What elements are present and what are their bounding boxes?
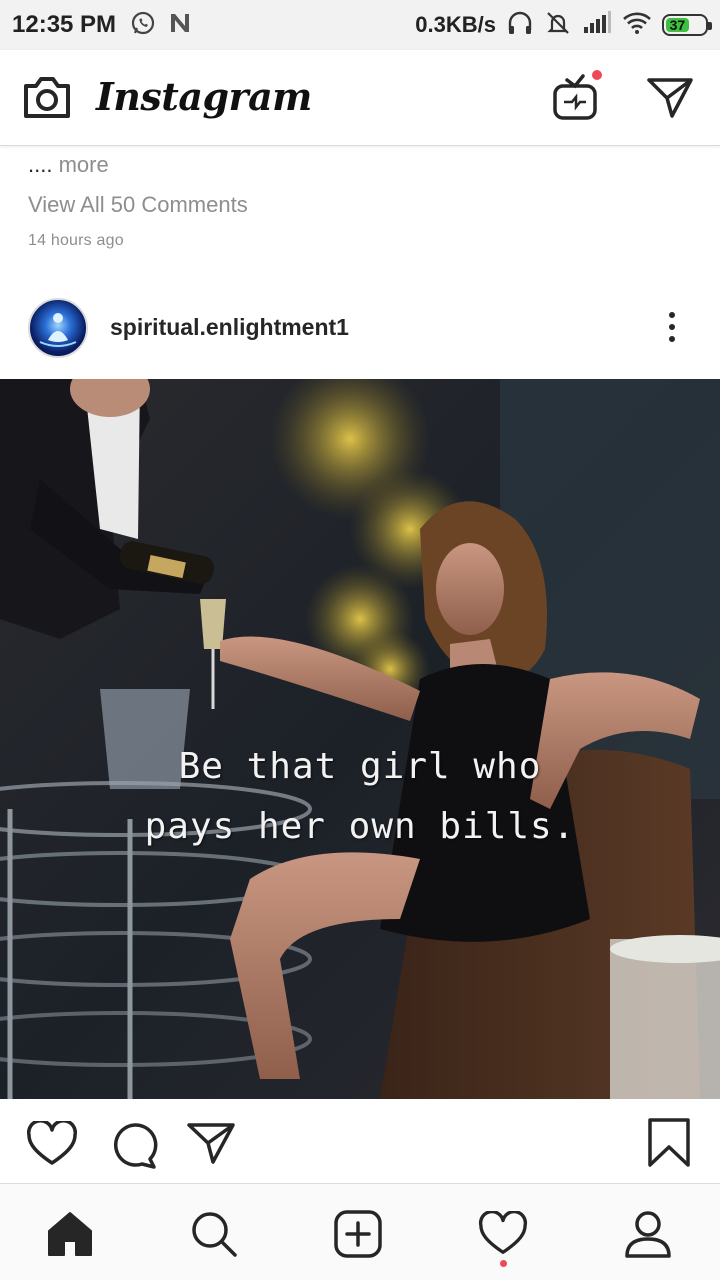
plus-square-icon[interactable] xyxy=(330,1206,386,1262)
wifi-icon xyxy=(622,11,652,40)
post-username[interactable]: spiritual.enlightment1 xyxy=(110,314,349,341)
image-text-line-2: pays her own bills. xyxy=(144,806,576,847)
igtv-icon[interactable] xyxy=(552,68,604,127)
caption-more[interactable]: .... more xyxy=(28,152,692,178)
mute-bell-icon xyxy=(544,10,572,41)
post-actions xyxy=(0,1099,720,1183)
app-logo: Instagram xyxy=(96,74,312,119)
avatar[interactable] xyxy=(28,298,88,358)
camera-icon[interactable] xyxy=(22,74,72,125)
more-link[interactable]: more xyxy=(52,152,109,177)
battery-indicator: 37 xyxy=(662,14,712,36)
previous-post-footer: .... more View All 50 Comments 14 hours … xyxy=(28,152,692,250)
profile-icon[interactable] xyxy=(620,1206,676,1262)
bookmark-icon[interactable] xyxy=(646,1117,692,1174)
activity-notification-dot xyxy=(500,1260,507,1267)
view-all-comments-link[interactable]: View All 50 Comments xyxy=(28,192,692,218)
heart-icon[interactable] xyxy=(26,1119,78,1172)
bottom-navigation xyxy=(0,1183,720,1280)
signal-icon xyxy=(582,10,612,40)
caption-ellipsis: .... xyxy=(28,152,53,177)
send-icon[interactable] xyxy=(186,1121,236,1170)
image-text-overlay: Be that girl who pays her own bills. xyxy=(0,737,720,857)
battery-level: 37 xyxy=(666,17,689,33)
whatsapp-icon xyxy=(130,10,156,41)
post-header: spiritual.enlightment1 xyxy=(0,290,720,378)
activity-heart-icon[interactable] xyxy=(475,1206,531,1262)
notification-dot xyxy=(590,68,604,82)
post-timestamp: 14 hours ago xyxy=(28,232,124,249)
post-image[interactable]: Be that girl who pays her own bills. xyxy=(0,379,720,1099)
direct-message-icon[interactable] xyxy=(646,76,694,125)
image-text-line-1: Be that girl who xyxy=(178,746,542,787)
search-icon[interactable] xyxy=(186,1206,242,1262)
n-app-icon xyxy=(168,11,192,40)
status-time: 12:35 PM xyxy=(12,11,117,38)
status-bar: 12:35 PM 0.3KB/s 37 xyxy=(0,0,720,50)
battery-percent: 37 xyxy=(669,17,686,33)
more-options-icon[interactable] xyxy=(660,308,684,348)
app-header: Instagram xyxy=(0,50,720,146)
home-icon[interactable] xyxy=(42,1206,98,1262)
headphones-icon xyxy=(506,10,534,41)
comment-icon[interactable] xyxy=(106,1121,158,1174)
network-speed: 0.3KB/s xyxy=(415,12,496,37)
